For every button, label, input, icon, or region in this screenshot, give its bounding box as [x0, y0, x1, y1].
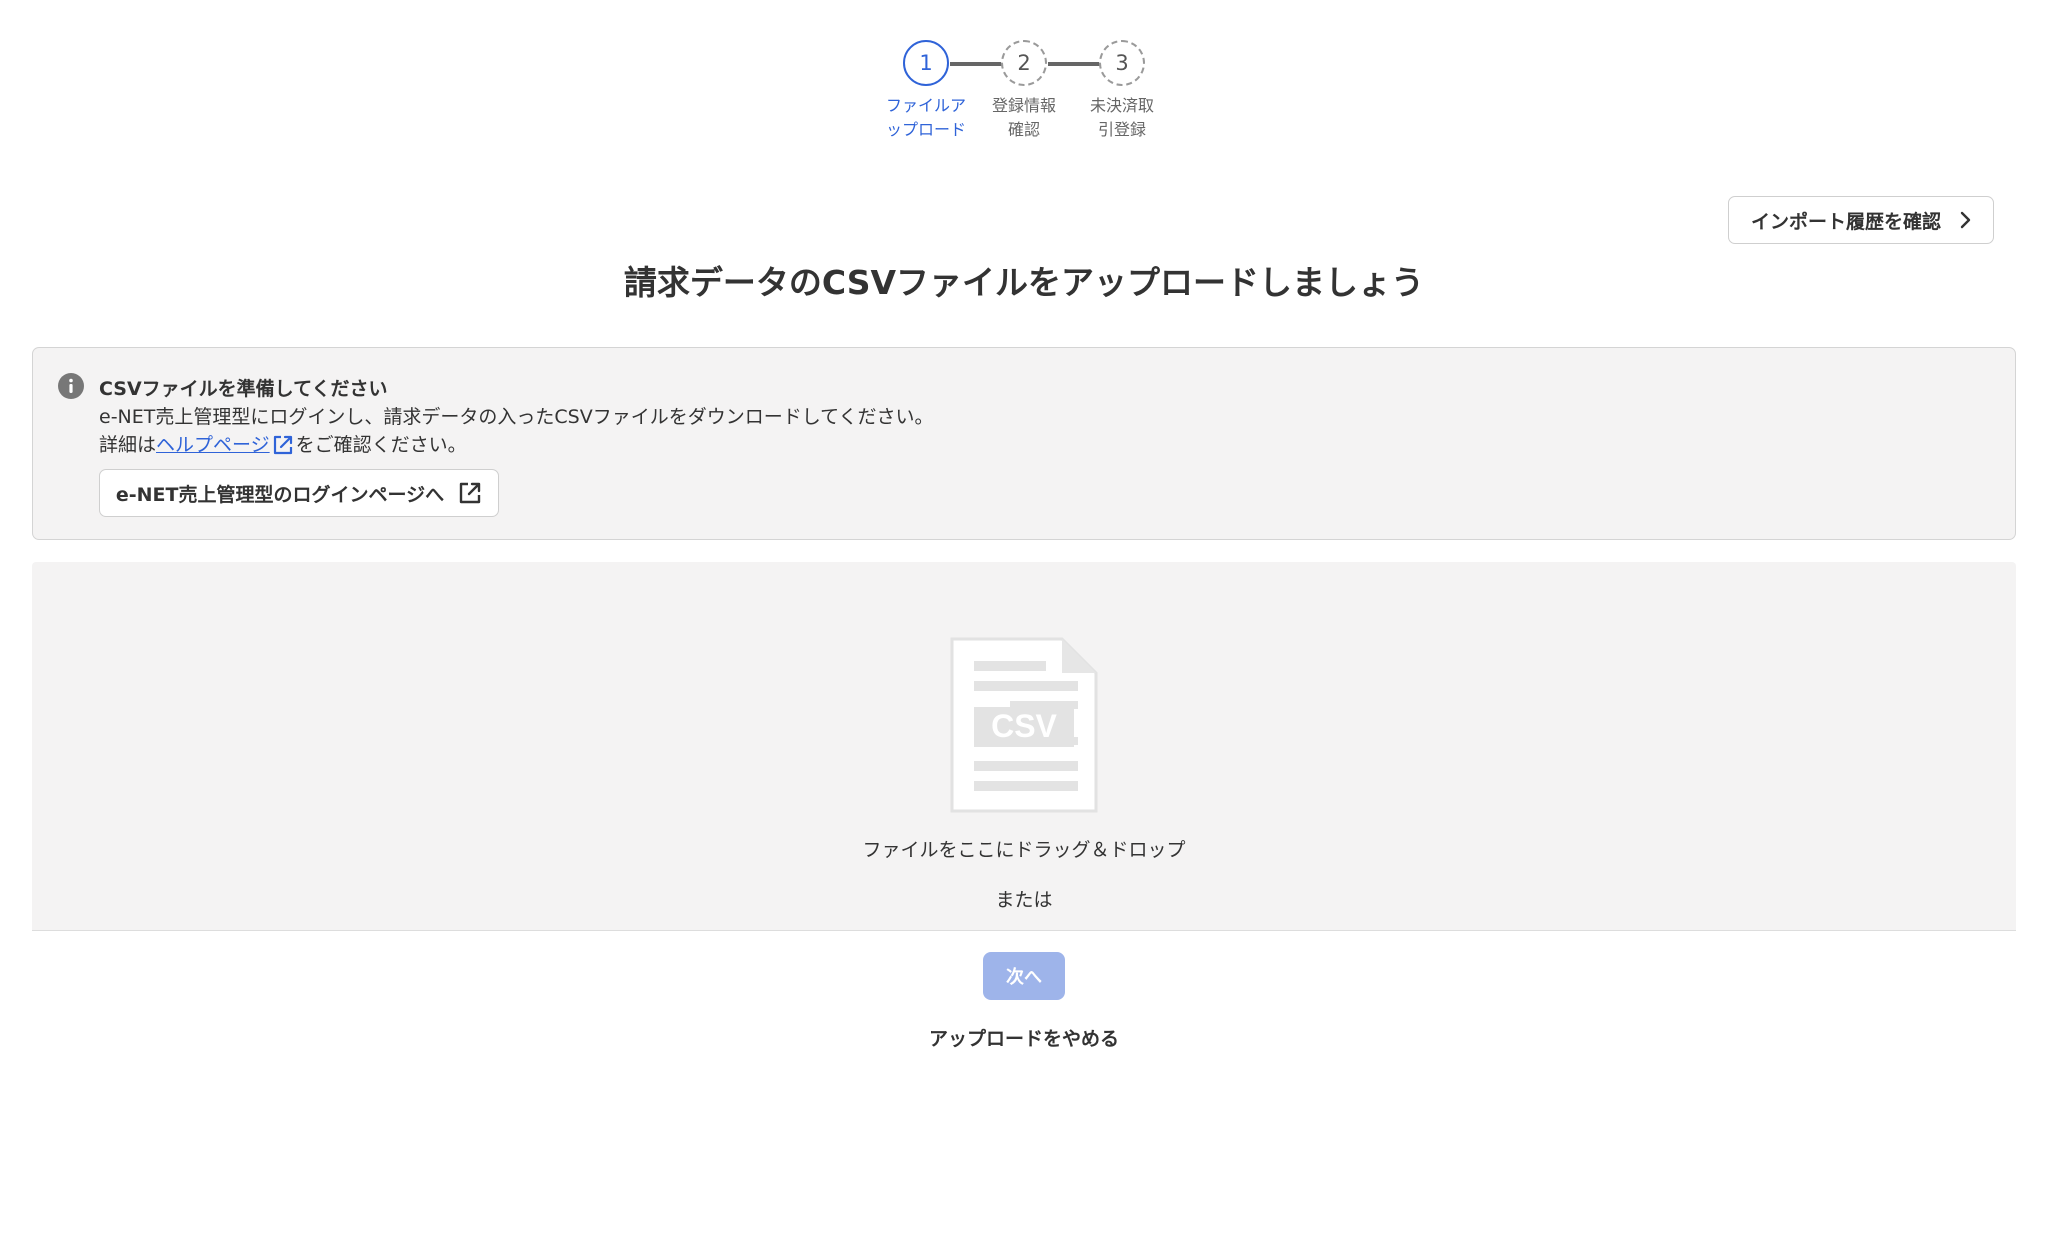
csv-preparation-notice: CSVファイルを準備してください e-NET売上管理型にログインし、請求データの…: [32, 347, 2016, 540]
step-1-number: 1: [919, 51, 933, 75]
notice-title: CSVファイルを準備してください: [99, 378, 388, 400]
csv-file-icon: CSV: [950, 637, 1098, 813]
chevron-right-icon: [1960, 211, 1971, 229]
step-connector-2-3: [1048, 62, 1100, 66]
login-button-label: e-NET売上管理型のログインページへ: [115, 483, 445, 506]
csv-drop-zone[interactable]: CSV ファイルをここにドラッグ＆ドロップ または: [32, 562, 2016, 931]
enet-login-page-button[interactable]: e-NET売上管理型のログインページへ: [99, 469, 499, 517]
notice-help-line: 詳細はヘルプページ をご確認ください。: [99, 430, 467, 457]
step-connector-1-2: [950, 62, 1002, 66]
step-2-number: 2: [1017, 51, 1031, 75]
upload-page: 1 2 3 ファイルアップロード 登録情報確認 未決済取引登録 インポート履歴を…: [0, 0, 2048, 1235]
step-1-indicator: 1: [903, 40, 949, 86]
external-link-icon: [273, 435, 292, 455]
next-button[interactable]: 次へ: [983, 952, 1065, 1000]
info-icon: [58, 373, 84, 399]
notice-description: e-NET売上管理型にログインし、請求データの入ったCSVファイルをダウンロード…: [99, 406, 934, 428]
step-2-label: 登録情報確認: [991, 96, 1056, 139]
drag-drop-text: ファイルをここにドラッグ＆ドロップ: [862, 839, 1186, 861]
or-text: または: [995, 889, 1053, 911]
cancel-upload-label: アップロードをやめる: [928, 1028, 1119, 1050]
step-3-label: 未決済取引登録: [1089, 96, 1154, 139]
progress-stepper: 1 2 3 ファイルアップロード 登録情報確認 未決済取引登録: [0, 0, 2048, 170]
external-link-icon: [459, 482, 481, 504]
import-history-button[interactable]: インポート履歴を確認: [1728, 196, 1994, 244]
csv-icon-text: CSV: [991, 708, 1057, 744]
step-1-label: ファイルアップロード: [886, 96, 967, 139]
step-3-number: 3: [1115, 51, 1129, 75]
help-line-prefix: 詳細は: [99, 434, 157, 456]
step-3-indicator: 3: [1099, 40, 1145, 86]
help-page-link[interactable]: ヘルプページ: [156, 434, 270, 456]
import-history-label: インポート履歴を確認: [1750, 210, 1941, 233]
help-line-suffix: をご確認ください。: [295, 434, 467, 456]
step-2-indicator: 2: [1001, 40, 1047, 86]
page-title: 請求データのCSVファイルをアップロードしましょう: [623, 263, 1425, 302]
cancel-upload-link[interactable]: アップロードをやめる: [0, 1024, 2048, 1051]
